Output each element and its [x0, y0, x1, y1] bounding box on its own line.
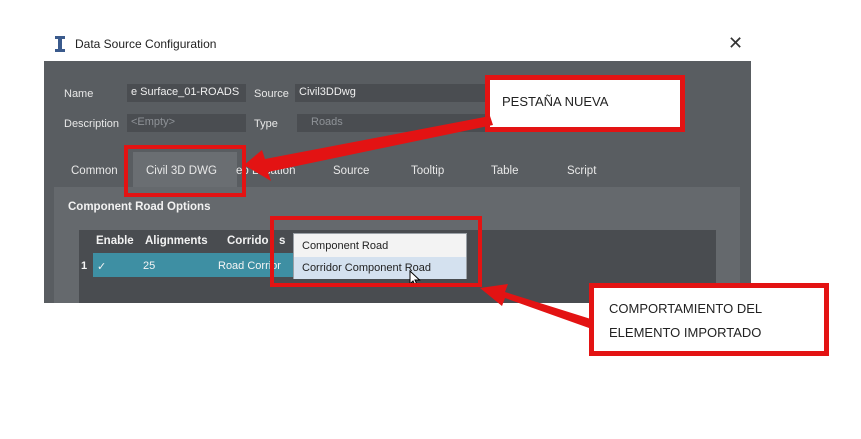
window-title: Data Source Configuration	[75, 37, 217, 51]
row-index: 1	[81, 260, 88, 272]
alignments-cell[interactable]: 25	[143, 260, 155, 272]
name-field[interactable]: e Surface_01-ROADS	[127, 84, 246, 102]
section-title: Component Road Options	[68, 201, 211, 213]
behavior-callout-line2: ELEMENTO IMPORTADO	[609, 325, 762, 340]
tab-source[interactable]: Source	[333, 165, 369, 177]
dropdown-highlight-box	[270, 216, 482, 287]
name-label: Name	[64, 88, 94, 100]
source-label: Source	[254, 88, 289, 100]
enable-checkbox[interactable]: ✓	[97, 260, 106, 273]
app-icon	[55, 36, 65, 52]
behavior-callout: COMPORTAMIENTO DEL ELEMENTO IMPORTADO	[589, 283, 829, 356]
type-field[interactable]: Roads	[297, 114, 487, 132]
column-header-corridors[interactable]: Corrido	[227, 235, 269, 247]
description-label: Description	[64, 118, 120, 130]
tab-callout-text: PESTAÑA NUEVA	[502, 94, 609, 109]
tab-table[interactable]: Table	[491, 165, 519, 177]
tab-tooltip[interactable]: Tooltip	[411, 165, 444, 177]
source-field[interactable]: Civil3DDwg	[295, 84, 505, 102]
tab-callout: PESTAÑA NUEVA	[485, 75, 685, 132]
column-header-enable[interactable]: Enable	[96, 235, 134, 247]
close-icon[interactable]: ✕	[728, 33, 743, 54]
behavior-callout-line1: COMPORTAMIENTO DEL	[609, 301, 763, 316]
column-header-alignments[interactable]: Alignments	[145, 235, 208, 247]
type-label: Type	[254, 118, 278, 130]
description-field[interactable]: <Empty>	[127, 114, 246, 132]
tab-highlight-box	[124, 145, 246, 197]
tab-common[interactable]: Common	[71, 165, 118, 177]
tab-script[interactable]: Script	[567, 165, 596, 177]
